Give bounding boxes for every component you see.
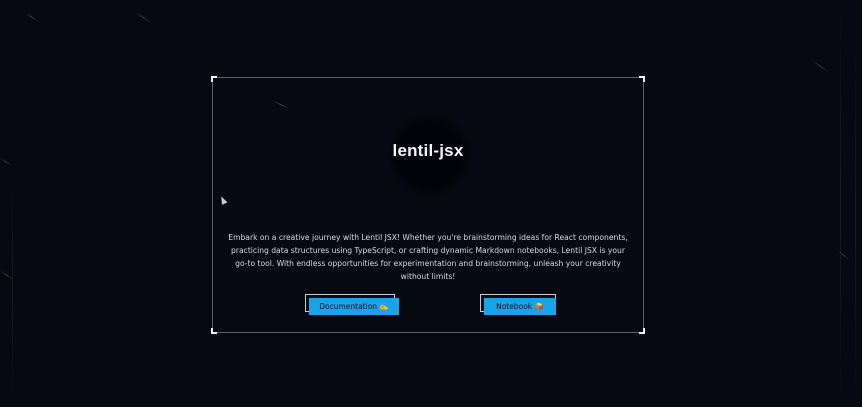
- documentation-button[interactable]: Documentation ✍️: [309, 298, 399, 315]
- background-line: [12, 180, 13, 400]
- background-line: [840, 0, 841, 407]
- notebook-button[interactable]: Notebook 📦: [484, 298, 556, 315]
- background-streak: [0, 158, 13, 166]
- frame-corner: [211, 76, 217, 82]
- documentation-button-group: Documentation ✍️: [305, 294, 399, 315]
- frame-corner: [211, 328, 217, 334]
- hero-card: lentil-jsx Embark on a creative journey …: [211, 76, 645, 334]
- background-streak: [135, 12, 152, 24]
- frame-corner: [639, 328, 645, 334]
- page-title: lentil-jsx: [392, 141, 464, 160]
- notebook-button-group: Notebook 📦: [480, 294, 572, 315]
- background-streak: [24, 12, 39, 23]
- background-streak: [811, 60, 829, 73]
- frame-corner: [639, 76, 645, 82]
- background-line: [855, 40, 856, 400]
- hero-description: Embark on a creative journey with Lentil…: [228, 233, 628, 281]
